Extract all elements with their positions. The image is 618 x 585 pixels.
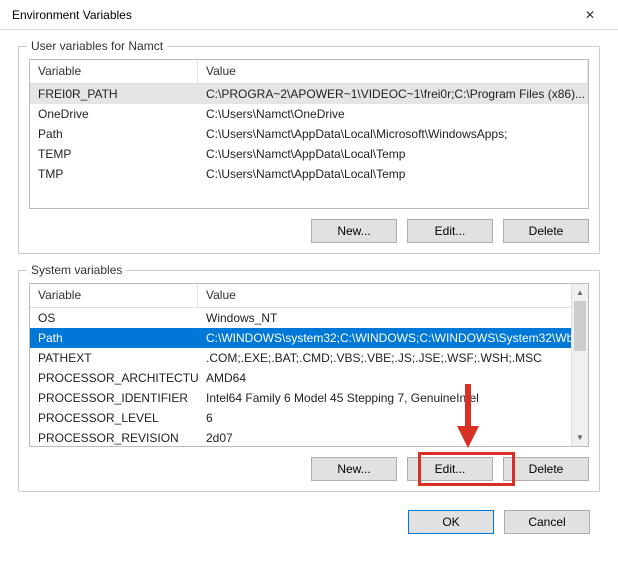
cell-variable: PROCESSOR_REVISION — [30, 429, 198, 447]
system-scrollbar[interactable]: ▲ ▼ — [571, 284, 588, 446]
system-table-body: OSWindows_NTPathC:\WINDOWS\system32;C:\W… — [30, 308, 588, 447]
cell-variable: FREI0R_PATH — [30, 85, 198, 103]
table-row[interactable]: TMPC:\Users\Namct\AppData\Local\Temp — [30, 164, 588, 184]
table-row[interactable]: PROCESSOR_IDENTIFIERIntel64 Family 6 Mod… — [30, 388, 588, 408]
window-title: Environment Variables — [12, 8, 570, 22]
header-value[interactable]: Value — [198, 60, 588, 83]
header-variable[interactable]: Variable — [30, 284, 198, 307]
scroll-up-icon[interactable]: ▲ — [572, 284, 588, 301]
cell-value: 2d07 — [198, 429, 588, 447]
table-row[interactable]: PROCESSOR_ARCHITECTUREAMD64 — [30, 368, 588, 388]
table-row[interactable]: TEMPC:\Users\Namct\AppData\Local\Temp — [30, 144, 588, 164]
cell-variable: PROCESSOR_LEVEL — [30, 409, 198, 427]
cancel-button[interactable]: Cancel — [504, 510, 590, 534]
table-row[interactable]: PathC:\Users\Namct\AppData\Local\Microso… — [30, 124, 588, 144]
system-table-header: Variable Value — [30, 284, 588, 308]
cell-variable: Path — [30, 125, 198, 143]
cell-variable: PROCESSOR_IDENTIFIER — [30, 389, 198, 407]
close-button[interactable]: ✕ — [570, 1, 610, 29]
system-new-button[interactable]: New... — [311, 457, 397, 481]
table-row[interactable]: OSWindows_NT — [30, 308, 588, 328]
header-variable[interactable]: Variable — [30, 60, 198, 83]
header-value[interactable]: Value — [198, 284, 588, 307]
cell-variable: Path — [30, 329, 198, 347]
close-icon: ✕ — [585, 8, 595, 22]
user-table-body: FREI0R_PATHC:\PROGRA~2\APOWER~1\VIDEOC~1… — [30, 84, 588, 184]
cell-value: Intel64 Family 6 Model 45 Stepping 7, Ge… — [198, 389, 588, 407]
system-button-row: New... Edit... Delete — [29, 457, 589, 481]
cell-value: .COM;.EXE;.BAT;.CMD;.VBS;.VBE;.JS;.JSE;.… — [198, 349, 588, 367]
user-table-header: Variable Value — [30, 60, 588, 84]
cell-variable: PROCESSOR_ARCHITECTURE — [30, 369, 198, 387]
dialog-footer: OK Cancel — [18, 510, 600, 534]
cell-value: C:\Users\Namct\AppData\Local\Temp — [198, 145, 588, 163]
table-row[interactable]: PROCESSOR_LEVEL6 — [30, 408, 588, 428]
titlebar: Environment Variables ✕ — [0, 0, 618, 30]
cell-variable: TMP — [30, 165, 198, 183]
user-delete-button[interactable]: Delete — [503, 219, 589, 243]
cell-value: C:\Users\Namct\OneDrive — [198, 105, 588, 123]
user-edit-button[interactable]: Edit... — [407, 219, 493, 243]
user-group-label: User variables for Namct — [27, 39, 167, 53]
system-delete-button[interactable]: Delete — [503, 457, 589, 481]
cell-value: 6 — [198, 409, 588, 427]
user-new-button[interactable]: New... — [311, 219, 397, 243]
table-row[interactable]: FREI0R_PATHC:\PROGRA~2\APOWER~1\VIDEOC~1… — [30, 84, 588, 104]
ok-button[interactable]: OK — [408, 510, 494, 534]
cell-value: Windows_NT — [198, 309, 588, 327]
cell-variable: OS — [30, 309, 198, 327]
system-variables-group: System variables Variable Value OSWindow… — [18, 270, 600, 492]
cell-value: C:\Users\Namct\AppData\Local\Microsoft\W… — [198, 125, 588, 143]
dialog-content: User variables for Namct Variable Value … — [0, 30, 618, 544]
cell-value: AMD64 — [198, 369, 588, 387]
system-variables-table[interactable]: Variable Value OSWindows_NTPathC:\WINDOW… — [29, 283, 589, 447]
cell-variable: PATHEXT — [30, 349, 198, 367]
system-group-label: System variables — [27, 263, 126, 277]
user-variables-group: User variables for Namct Variable Value … — [18, 46, 600, 254]
scrollbar-thumb[interactable] — [574, 301, 586, 351]
user-button-row: New... Edit... Delete — [29, 219, 589, 243]
table-row[interactable]: PROCESSOR_REVISION2d07 — [30, 428, 588, 447]
system-edit-button[interactable]: Edit... — [407, 457, 493, 481]
cell-value: C:\WINDOWS\system32;C:\WINDOWS;C:\WINDOW… — [198, 329, 588, 347]
cell-value: C:\Users\Namct\AppData\Local\Temp — [198, 165, 588, 183]
table-row[interactable]: PathC:\WINDOWS\system32;C:\WINDOWS;C:\WI… — [30, 328, 588, 348]
table-row[interactable]: OneDriveC:\Users\Namct\OneDrive — [30, 104, 588, 124]
user-variables-table[interactable]: Variable Value FREI0R_PATHC:\PROGRA~2\AP… — [29, 59, 589, 209]
cell-value: C:\PROGRA~2\APOWER~1\VIDEOC~1\frei0r;C:\… — [198, 85, 588, 103]
scroll-down-icon[interactable]: ▼ — [572, 429, 588, 446]
cell-variable: OneDrive — [30, 105, 198, 123]
table-row[interactable]: PATHEXT.COM;.EXE;.BAT;.CMD;.VBS;.VBE;.JS… — [30, 348, 588, 368]
cell-variable: TEMP — [30, 145, 198, 163]
